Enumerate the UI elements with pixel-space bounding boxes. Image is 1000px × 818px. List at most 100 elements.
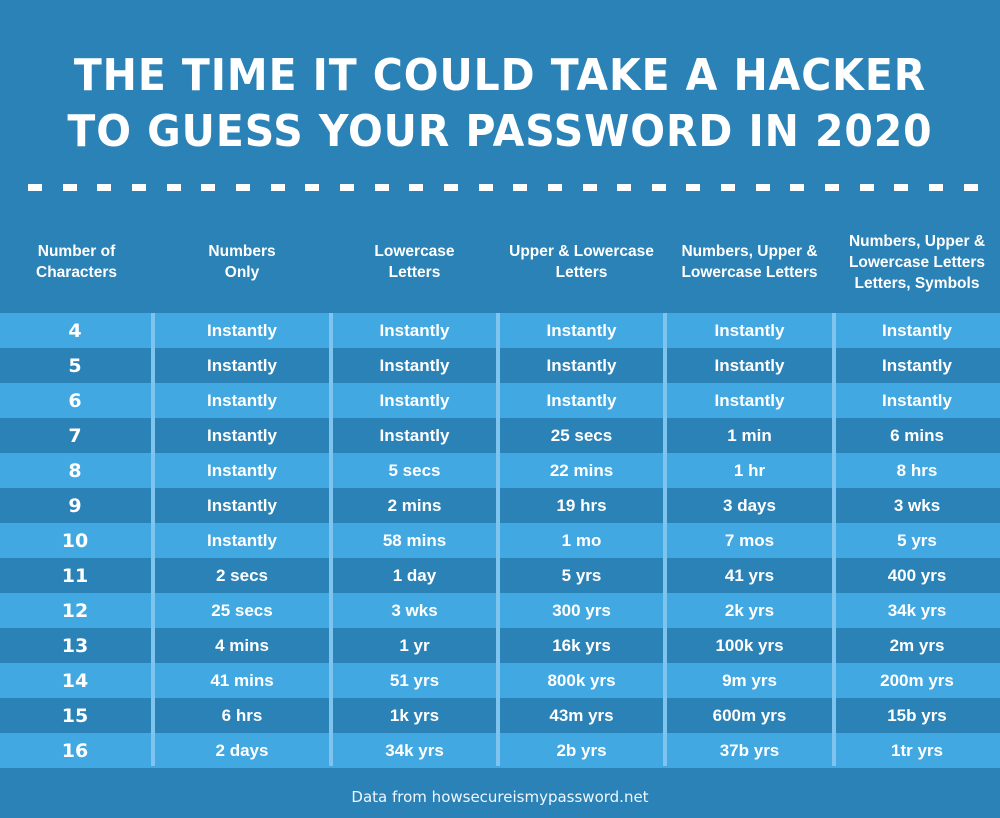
column-header: Upper & Lowercase Letters — [498, 222, 665, 302]
crack-time-cell: 2m yrs — [889, 635, 945, 655]
crack-time-cell: 25 secs — [550, 425, 613, 445]
crack-time-cell: Instantly — [207, 425, 277, 445]
dash — [62, 184, 77, 191]
crack-time-cell: Instantly — [379, 320, 450, 340]
table-row: 6 Instantly Instantly Instantly Instantly Ins… — [0, 383, 1000, 418]
dash — [409, 184, 424, 191]
crack-time-cell: Instantly — [379, 355, 450, 375]
table-row: 4 Instantly Instantly Instantly Instantly Ins… — [0, 313, 1000, 348]
crack-time-cell: 41 mins — [210, 670, 274, 690]
crack-time-cell: 1 mo — [561, 530, 602, 550]
crack-time-cell: 600m yrs — [712, 705, 787, 725]
crack-time-cell: 5 yrs — [561, 565, 602, 585]
title-line-1: THE TIME IT COULD TAKE A HACKER — [73, 50, 927, 101]
crack-time-cell: 1k yrs — [389, 705, 440, 725]
dash — [97, 184, 112, 191]
dash — [686, 184, 701, 191]
crack-time-cell: 5 secs — [388, 460, 441, 480]
character-count-cell: 13 — [61, 634, 89, 657]
crack-time-cell: 43m yrs — [549, 705, 614, 725]
character-count-cell: 16 — [61, 739, 89, 762]
crack-time-cell: Instantly — [714, 320, 785, 340]
dash — [894, 184, 909, 191]
character-count-cell: 15 — [61, 704, 89, 727]
table-row: 15 6 hrs 1k yrs 43m yrs 600m yrs 15b yrs — [0, 698, 1000, 733]
character-count-cell: 9 — [68, 494, 82, 517]
column-header: Numbers, Upper & Lowercase Letters Letters… — [834, 222, 1000, 302]
crack-time-cell: Instantly — [546, 390, 617, 410]
column-divider — [496, 313, 500, 766]
crack-time-cell: 2k yrs — [724, 600, 775, 620]
crack-time-cell: 6 mins — [890, 425, 944, 445]
table-row: 12 25 secs 3 wks 300 yrs 2k yrs 34k yrs — [0, 593, 1000, 628]
crack-time-cell: 19 hrs — [556, 495, 607, 515]
crack-time-cell: 2 mins — [387, 495, 442, 515]
crack-time-cell: 4 mins — [215, 635, 269, 655]
crack-time-cell: 8 hrs — [896, 460, 938, 480]
column-header-line: Lowercase Letters — [681, 264, 818, 281]
crack-time-cell: Instantly — [546, 355, 617, 375]
dash — [374, 184, 389, 191]
crack-time-cell: Instantly — [714, 390, 785, 410]
column-header-line: Lowercase Letters — [848, 253, 986, 271]
column-divider — [329, 313, 333, 766]
character-count-cell: 6 — [68, 389, 82, 412]
dash — [547, 184, 562, 191]
crack-time-cell: 100k yrs — [715, 635, 784, 655]
crack-time-cell: 34k yrs — [385, 740, 444, 760]
crack-time-cell: 2 secs — [216, 565, 268, 585]
table-row: 13 4 mins 1 yr 16k yrs 100k yrs 2m yrs — [0, 628, 1000, 663]
dash — [443, 184, 458, 191]
crack-time-cell: 3 wks — [391, 600, 438, 620]
crack-time-cell: 5 yrs — [897, 530, 937, 550]
column-divider — [151, 313, 155, 766]
character-count-cell: 8 — [68, 459, 82, 482]
character-count-cell: 11 — [61, 564, 89, 587]
crack-time-cell: 9m yrs — [722, 670, 777, 690]
crack-time-cell: 1 min — [727, 425, 772, 445]
column-header: Lowercase Letters — [331, 222, 498, 302]
crack-time-cell: 300 yrs — [552, 600, 611, 620]
dash — [235, 184, 250, 191]
column-header-line: Numbers, Upper & — [681, 243, 818, 260]
column-header-line: Numbers — [208, 243, 276, 260]
crack-time-cell: 2b yrs — [556, 740, 607, 760]
crack-time-cell: Instantly — [714, 355, 785, 375]
crack-time-cell: 34k yrs — [887, 600, 947, 620]
column-header-line: Letters — [555, 264, 608, 281]
dash — [721, 184, 736, 191]
dash — [755, 184, 770, 191]
column-header-line: Numbers, Upper & — [848, 232, 986, 250]
crack-time-cell: Instantly — [882, 355, 952, 375]
crack-time-cell: Instantly — [546, 320, 617, 340]
column-divider — [832, 313, 836, 766]
dash — [270, 184, 285, 191]
crack-time-cell: Instantly — [207, 530, 277, 550]
crack-time-cell: Instantly — [207, 390, 277, 410]
crack-time-cell: 41 yrs — [724, 565, 775, 585]
dash — [339, 184, 354, 191]
crack-time-cell: 200m yrs — [880, 670, 954, 690]
dash — [478, 184, 493, 191]
dash — [929, 184, 944, 191]
column-header-line: Characters — [36, 264, 117, 281]
table-row: 9 Instantly 2 mins 19 hrs 3 days 3 wks — [0, 488, 1000, 523]
crack-time-cell: Instantly — [882, 390, 952, 410]
column-header-line: Number of — [37, 243, 116, 260]
crack-time-cell: Instantly — [207, 495, 277, 515]
crack-time-cell: 1 day — [392, 565, 437, 585]
character-count-cell: 10 — [61, 529, 89, 552]
dash — [582, 184, 597, 191]
infographic-title: THE TIME IT COULD TAKE A HACKER TO GUESS… — [35, 48, 965, 160]
source-footer: Data from howsecureismypassword.net — [351, 788, 649, 806]
character-count-cell: 12 — [61, 599, 89, 622]
column-header-line: Lowercase — [374, 243, 455, 260]
crack-time-cell: Instantly — [882, 320, 952, 340]
column-header: Numbers Only — [153, 222, 331, 302]
table-row: 8 Instantly 5 secs 22 mins 1 hr 8 hrs — [0, 453, 1000, 488]
column-header-line: Letters — [388, 264, 441, 281]
character-count-cell: 7 — [68, 424, 82, 447]
character-count-cell: 4 — [68, 319, 82, 342]
dash — [790, 184, 805, 191]
crack-time-cell: Instantly — [207, 460, 277, 480]
